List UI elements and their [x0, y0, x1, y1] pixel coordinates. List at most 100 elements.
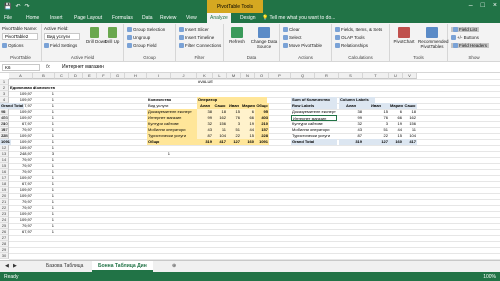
redo-icon[interactable]: ↷ [25, 3, 30, 10]
formula-value[interactable]: 1091 [255, 139, 269, 145]
move-pivottable-icon [283, 43, 288, 49]
column-header[interactable]: H [125, 73, 147, 79]
column-header[interactable]: I [147, 73, 171, 79]
column-header[interactable]: T [363, 73, 389, 79]
formula-value[interactable]: 160 [241, 139, 255, 145]
column-header[interactable]: G [111, 73, 125, 79]
pivot-value[interactable]: 417 [403, 139, 417, 145]
pivot-value[interactable]: 127 [363, 139, 389, 145]
tab-review[interactable]: Review [160, 15, 176, 21]
drill-up-button[interactable]: Drill Up [104, 27, 120, 44]
refresh-button[interactable]: Refresh [226, 27, 248, 44]
drill-down-button[interactable]: Drill Down [86, 27, 107, 44]
column-header[interactable]: S [339, 73, 363, 79]
field-headers-toggle[interactable]: Field Headers [451, 43, 490, 49]
close-icon[interactable]: × [493, 2, 497, 9]
options-button[interactable]: Options [2, 43, 24, 49]
move-pivottable-button[interactable]: Move PivotTable [283, 43, 322, 49]
pivot-row-name[interactable]: Grand Total [291, 139, 337, 145]
ribbon-tabs: File Home Insert Page Layout Formulas Da… [0, 13, 500, 23]
formula-value[interactable]: 127 [227, 139, 241, 145]
extra-value-cell[interactable]: 1 [147, 151, 171, 157]
pivotchart-button[interactable]: PivotChart [392, 27, 416, 44]
column-header[interactable]: D [69, 73, 83, 79]
fields-items-sets-button[interactable]: Fields, Items, & Sets [335, 27, 382, 33]
column-header[interactable]: Q [291, 73, 315, 79]
add-sheet-icon[interactable]: ⊕ [166, 261, 182, 272]
formula-row-name[interactable]: Общо [147, 139, 197, 145]
insert-slicer-button[interactable]: Insert Slicer [179, 27, 209, 33]
pt-name-input[interactable]: PivotTable2 [2, 33, 38, 40]
column-header[interactable]: A [9, 73, 33, 79]
save-icon[interactable]: 💾 [4, 3, 11, 10]
minimize-icon[interactable]: – [469, 2, 473, 9]
column-header[interactable]: F [97, 73, 111, 79]
select-button[interactable]: Select [283, 35, 302, 41]
sheet-tab-bar: ◀ ▶ Базова Таблица Бонна Таблица Дин ⊕ [0, 260, 500, 272]
column-header[interactable]: P [269, 73, 291, 79]
change-data-source-icon [258, 27, 270, 38]
pivot-value[interactable]: 1091 [0, 139, 11, 145]
column-header[interactable]: U [389, 73, 403, 79]
sheet-next-icon[interactable]: ▶ [10, 261, 20, 272]
tab-analyze[interactable]: Analyze [207, 13, 231, 23]
tab-formulas[interactable]: Formulas [112, 15, 133, 21]
column-header[interactable]: R [315, 73, 339, 79]
worksheet-grid[interactable]: ABCDEFGHIJKLMNOPQRSTUV123456789101112131… [0, 73, 500, 260]
sheet-tab-pivot[interactable]: Бонна Таблица Дин [92, 261, 153, 272]
column-header[interactable]: L [213, 73, 227, 79]
fields-items-icon [335, 27, 340, 33]
tab-page-layout[interactable]: Page Layout [74, 15, 102, 21]
formula-value[interactable]: 319 [197, 139, 213, 145]
column-header[interactable]: V [403, 73, 417, 79]
tab-home[interactable]: Home [26, 15, 39, 21]
sheet-tab-base[interactable]: Базова Таблица [40, 261, 89, 272]
clear-button[interactable]: Clear [283, 27, 300, 33]
column-header[interactable]: J [171, 73, 197, 79]
group-label-calculations: Calculations [348, 55, 373, 60]
insert-timeline-button[interactable]: Insert Timeline [179, 35, 214, 41]
column-header[interactable]: B [33, 73, 55, 79]
column-header[interactable]: N [241, 73, 255, 79]
fx-icon[interactable]: fx [46, 64, 50, 70]
undo-icon[interactable]: ↶ [15, 3, 20, 10]
buttons-toggle[interactable]: +/- Buttons [451, 35, 479, 41]
insert-slicer-label: Insert Slicer [185, 27, 209, 32]
field-settings-button[interactable]: Field Settings [44, 43, 77, 49]
formula-value[interactable]: 417 [213, 139, 227, 145]
zoom-level[interactable]: 100% [483, 274, 496, 280]
change-data-source-button[interactable]: Change Data Source [250, 27, 278, 49]
qty-cell[interactable]: 1 [33, 229, 55, 235]
filter-connections-button[interactable]: Filter Connections [179, 43, 222, 49]
tab-data[interactable]: Data [142, 15, 153, 21]
olap-tools-button[interactable]: OLAP Tools [335, 35, 365, 41]
pivotchart-icon [398, 27, 410, 38]
tab-insert[interactable]: Insert [50, 15, 63, 21]
price-cell[interactable]: 67,97 [9, 229, 33, 235]
group-selection-button[interactable]: Group Selection [127, 27, 165, 33]
tab-file[interactable]: File [4, 15, 12, 21]
tab-view[interactable]: View [186, 15, 197, 21]
row-header[interactable]: 30 [0, 253, 9, 259]
tell-me-box[interactable]: 💡 Tell me what you want to do... [262, 15, 335, 21]
ungroup-button[interactable]: Ungroup [127, 35, 150, 41]
pivot-value[interactable]: 319 [339, 139, 363, 145]
tab-design[interactable]: Design [240, 15, 256, 21]
column-header[interactable]: C [55, 73, 69, 79]
pivot-value[interactable]: 160 [389, 139, 403, 145]
maximize-icon[interactable]: □ [481, 2, 485, 9]
relationships-button[interactable]: Relationships [335, 43, 368, 49]
column-header[interactable]: E [83, 73, 97, 79]
group-field-button[interactable]: Group Field [127, 43, 157, 49]
field-list-button[interactable]: Field List [451, 27, 480, 33]
column-header[interactable]: M [227, 73, 241, 79]
formula-input[interactable]: Интернет магазин [62, 64, 104, 70]
group-data: Refresh Change Data Source Data [224, 24, 280, 61]
error-cell[interactable]: #VALUE! [197, 79, 213, 85]
filter-connections-label: Filter Connections [185, 43, 222, 48]
active-field-input[interactable]: Вид услуги [44, 33, 80, 40]
title-bar: 💾 ↶ ↷ m2.xl5.xlsx - Excel PivotTable Too… [0, 0, 500, 13]
column-header[interactable]: O [255, 73, 269, 79]
recommended-pivottables-button[interactable]: Recommended PivotTables [418, 27, 449, 49]
name-box[interactable]: K6 [2, 64, 40, 71]
